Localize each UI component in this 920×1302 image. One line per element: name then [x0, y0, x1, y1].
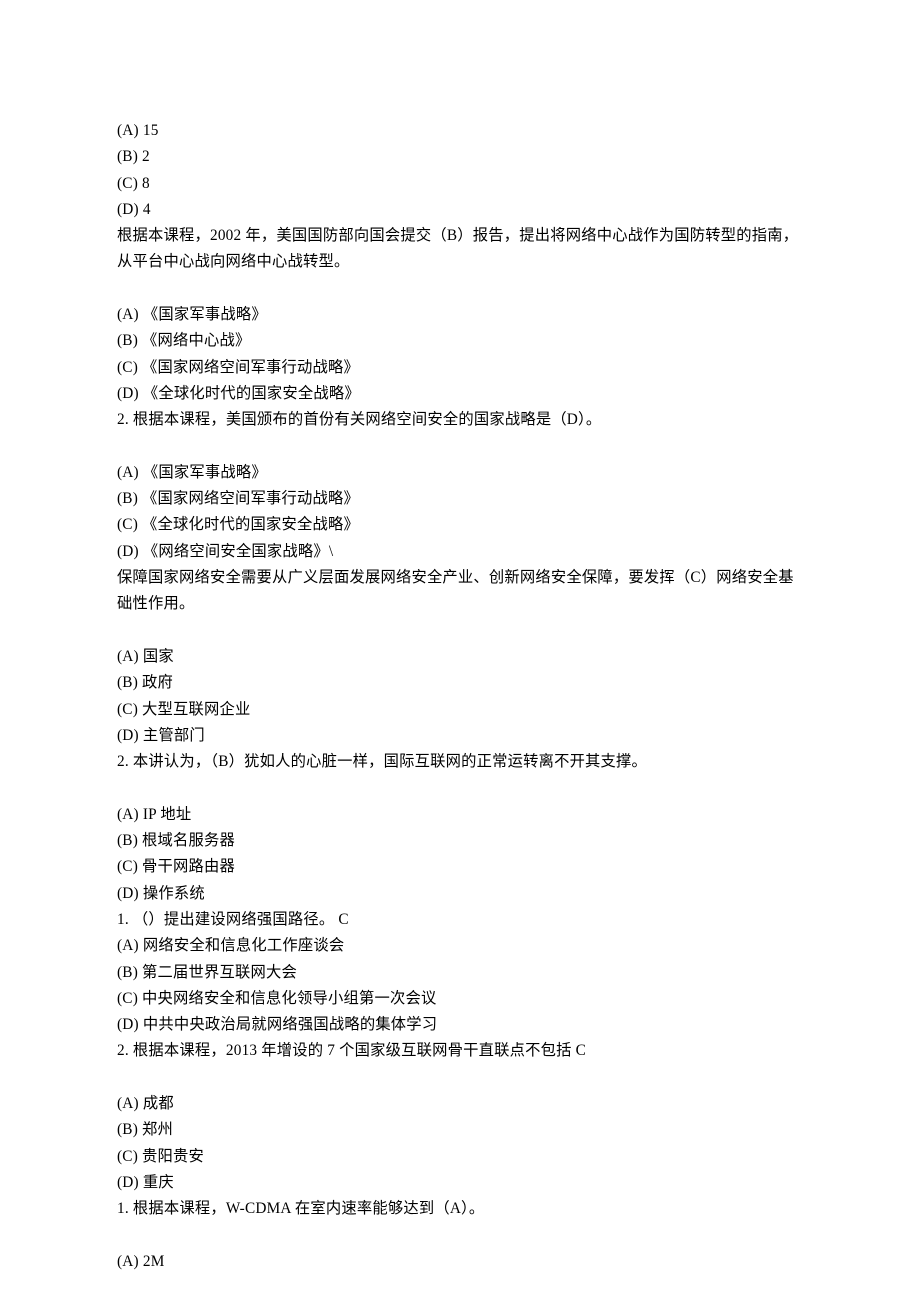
text-line: (B) 《网络中心战》 — [117, 328, 805, 354]
text-line: 保障国家网络安全需要从广义层面发展网络安全产业、创新网络安全保障，要发挥（C）网… — [117, 565, 805, 618]
text-line: (D) 4 — [117, 197, 805, 223]
blank-line — [117, 618, 805, 644]
blank-line — [117, 1222, 805, 1248]
text-line: (D) 重庆 — [117, 1170, 805, 1196]
text-line: (A) 《国家军事战略》 — [117, 460, 805, 486]
text-line: (D) 操作系统 — [117, 881, 805, 907]
text-line: 根据本课程，2002 年，美国国防部向国会提交（B）报告，提出将网络中心战作为国… — [117, 223, 805, 276]
text-line: 2. 根据本课程，2013 年增设的 7 个国家级互联网骨干直联点不包括 C — [117, 1038, 805, 1064]
text-line: 1. （）提出建设网络强国路径。 C — [117, 907, 805, 933]
text-line: (A) IP 地址 — [117, 802, 805, 828]
text-line: (C) 贵阳贵安 — [117, 1144, 805, 1170]
text-line: (B) 2 — [117, 144, 805, 170]
text-line: (C) 8 — [117, 171, 805, 197]
text-line: (C) 《全球化时代的国家安全战略》 — [117, 512, 805, 538]
text-line: (B) 第二届世界互联网大会 — [117, 960, 805, 986]
text-line: (A) 《国家军事战略》 — [117, 302, 805, 328]
blank-line — [117, 775, 805, 801]
text-line: (D) 《全球化时代的国家安全战略》 — [117, 381, 805, 407]
text-line: (C) 骨干网路由器 — [117, 854, 805, 880]
text-line: (B) 根域名服务器 — [117, 828, 805, 854]
text-line: (A) 15 — [117, 118, 805, 144]
text-line: (D) 中共中央政治局就网络强国战略的集体学习 — [117, 1012, 805, 1038]
text-line: 2. 本讲认为，（B）犹如人的心脏一样，国际互联网的正常运转离不开其支撑。 — [117, 749, 805, 775]
text-line: (C) 大型互联网企业 — [117, 697, 805, 723]
text-line: (C) 《国家网络空间军事行动战略》 — [117, 355, 805, 381]
text-line: (A) 网络安全和信息化工作座谈会 — [117, 933, 805, 959]
text-line: (A) 成都 — [117, 1091, 805, 1117]
blank-line — [117, 1065, 805, 1091]
text-line: 1. 根据本课程，W-CDMA 在室内速率能够达到（A）。 — [117, 1196, 805, 1222]
text-line: (A) 国家 — [117, 644, 805, 670]
text-line: (B) 政府 — [117, 670, 805, 696]
text-line: (C) 中央网络安全和信息化领导小组第一次会议 — [117, 986, 805, 1012]
text-line: 2. 根据本课程，美国颁布的首份有关网络空间安全的国家战略是（D）。 — [117, 407, 805, 433]
text-line: (A) 2M — [117, 1249, 805, 1275]
text-line: (D) 《网络空间安全国家战略》\ — [117, 539, 805, 565]
blank-line — [117, 434, 805, 460]
blank-line — [117, 276, 805, 302]
text-line: (B) 郑州 — [117, 1117, 805, 1143]
text-line: (B) 《国家网络空间军事行动战略》 — [117, 486, 805, 512]
text-line: (D) 主管部门 — [117, 723, 805, 749]
